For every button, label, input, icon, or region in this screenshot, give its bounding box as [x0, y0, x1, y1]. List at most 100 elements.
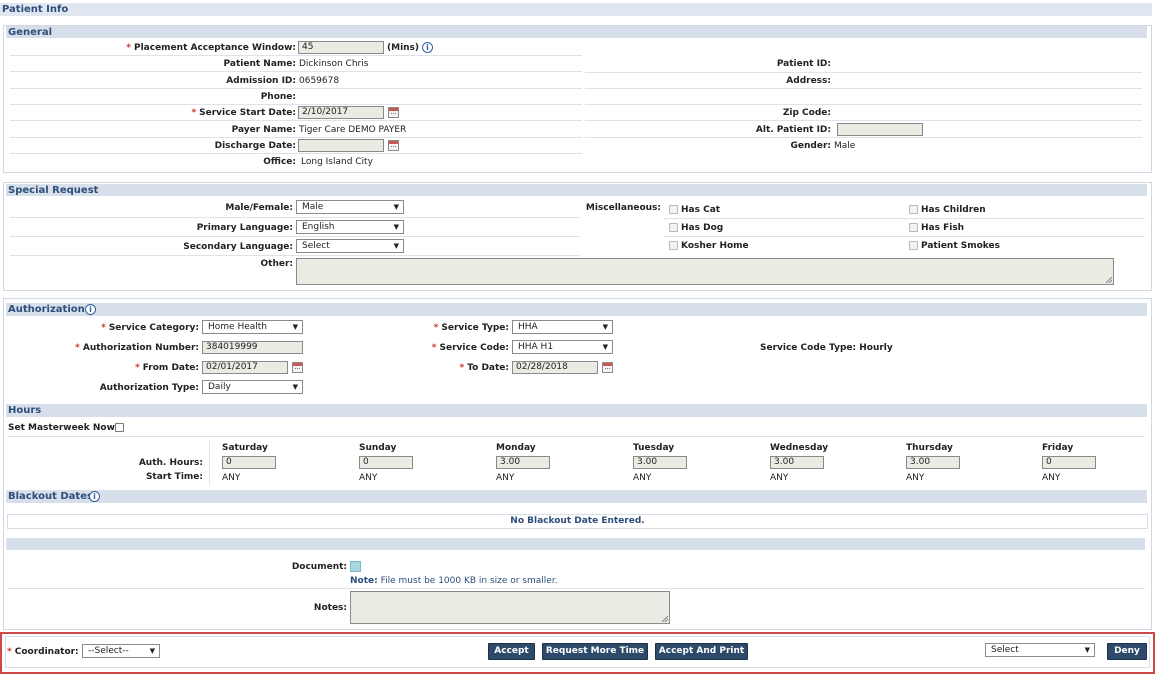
deny-reason-select[interactable]: Select ▼ — [985, 643, 1095, 657]
notes-textarea[interactable] — [350, 591, 670, 624]
auth-number-input[interactable]: 384019999 — [202, 341, 303, 354]
placement-window-label: * Placement Acceptance Window: — [126, 43, 296, 53]
has-dog-checkbox[interactable] — [669, 223, 678, 232]
from-date-input[interactable]: 02/01/2017 — [202, 361, 288, 374]
info-icon[interactable]: i — [422, 42, 433, 53]
secondary-language-label: Secondary Language: — [183, 242, 293, 252]
row-divider — [10, 120, 582, 121]
to-date-label: * To Date: — [459, 363, 509, 373]
required-marker: * — [7, 647, 12, 657]
hours-input-sunday[interactable]: 0 — [359, 456, 413, 469]
calendar-icon[interactable] — [388, 140, 399, 151]
primary-language-select[interactable]: English ▼ — [296, 220, 404, 234]
start-time-label: Start Time: — [145, 472, 203, 482]
primary-language-label: Primary Language: — [196, 223, 293, 233]
service-start-input[interactable]: 2/10/2017 — [298, 106, 384, 119]
hours-input-tuesday[interactable]: 3.00 — [633, 456, 687, 469]
alt-patient-id-label: Alt. Patient ID: — [755, 125, 831, 135]
hours-input-wednesday[interactable]: 3.00 — [770, 456, 824, 469]
hours-input-saturday[interactable]: 0 — [222, 456, 276, 469]
hours-input-friday[interactable]: 0 — [1042, 456, 1096, 469]
row-divider — [664, 218, 1145, 219]
row-divider — [10, 55, 582, 56]
kosher-home-checkbox[interactable] — [669, 241, 678, 250]
row-divider — [585, 137, 1142, 138]
start-time-sunday: ANY — [359, 473, 378, 483]
document-note: Note: File must be 1000 KB in size or sm… — [350, 576, 558, 586]
day-header-saturday: Saturday — [222, 443, 268, 453]
resize-grip-icon[interactable] — [662, 616, 668, 622]
row-divider — [10, 88, 582, 89]
row-divider — [8, 588, 1145, 589]
notes-label: Notes: — [313, 603, 347, 613]
row-divider — [8, 436, 1145, 437]
alt-patient-id-input[interactable] — [837, 123, 923, 136]
service-code-select[interactable]: HHA H1 ▼ — [512, 340, 613, 354]
discharge-date-label: Discharge Date: — [214, 141, 296, 151]
placement-window-input[interactable]: 45 — [298, 41, 384, 54]
chevron-down-icon: ▼ — [602, 343, 608, 351]
info-icon[interactable]: i — [85, 304, 96, 315]
calendar-icon[interactable] — [292, 362, 303, 373]
service-category-label: * Service Category: — [101, 323, 199, 333]
other-label: Other: — [260, 259, 293, 269]
discharge-date-input[interactable] — [298, 139, 384, 152]
row-divider — [10, 255, 580, 256]
to-date-input[interactable]: 02/28/2018 — [512, 361, 598, 374]
accept-and-print-button[interactable]: Accept And Print — [655, 643, 748, 660]
special-request-title: Special Request — [8, 185, 99, 196]
chevron-down-icon: ▼ — [292, 383, 298, 391]
patient-smokes-checkbox[interactable] — [909, 241, 918, 250]
chevron-down-icon: ▼ — [149, 647, 155, 655]
chevron-down-icon: ▼ — [393, 203, 399, 211]
secondary-language-select[interactable]: Select ▼ — [296, 239, 404, 253]
day-header-monday: Monday — [496, 443, 536, 453]
accept-button[interactable]: Accept — [488, 643, 535, 660]
patient-name-value: Dickinson Chris — [299, 59, 369, 69]
auth-type-select[interactable]: Daily ▼ — [202, 380, 303, 394]
required-marker: * — [191, 108, 197, 118]
required-marker: * — [101, 323, 106, 333]
request-more-time-button[interactable]: Request More Time — [542, 643, 648, 660]
day-header-wednesday: Wednesday — [770, 443, 829, 453]
day-header-friday: Friday — [1042, 443, 1074, 453]
calendar-icon[interactable] — [388, 107, 399, 118]
attach-document-icon[interactable] — [350, 561, 361, 572]
page-title: Patient Info — [0, 3, 1152, 16]
coordinator-select[interactable]: --Select-- ▼ — [82, 644, 160, 658]
hours-title: Hours — [8, 405, 42, 416]
row-divider — [585, 104, 1142, 105]
has-children-label: Has Children — [921, 205, 986, 215]
service-code-label: * Service Code: — [431, 343, 509, 353]
has-dog-label: Has Dog — [681, 223, 724, 233]
service-category-select[interactable]: Home Health ▼ — [202, 320, 303, 334]
office-label: Office: — [263, 157, 296, 167]
row-divider — [585, 88, 1142, 89]
hours-input-thursday[interactable]: 3.00 — [906, 456, 960, 469]
masterweek-checkbox[interactable] — [115, 423, 124, 432]
zip-code-label: Zip Code: — [782, 108, 831, 118]
special-request-header: Special Request — [6, 184, 1147, 196]
has-fish-checkbox[interactable] — [909, 223, 918, 232]
has-children-checkbox[interactable] — [909, 205, 918, 214]
gender-pref-select[interactable]: Male ▼ — [296, 200, 404, 214]
hours-input-monday[interactable]: 3.00 — [496, 456, 550, 469]
service-start-label: * Service Start Date: — [191, 108, 296, 118]
other-textarea[interactable] — [296, 258, 1114, 285]
service-type-select[interactable]: HHA ▼ — [512, 320, 613, 334]
admission-id-label: Admission ID: — [226, 76, 296, 86]
resize-grip-icon[interactable] — [1106, 277, 1112, 283]
required-marker: * — [75, 343, 80, 353]
has-fish-label: Has Fish — [921, 223, 965, 233]
has-cat-label: Has Cat — [681, 205, 721, 215]
chevron-down-icon: ▼ — [292, 323, 298, 331]
calendar-icon[interactable] — [602, 362, 613, 373]
gender-pref-label: Male/Female: — [225, 203, 293, 213]
deny-button[interactable]: Deny — [1107, 643, 1147, 660]
required-marker: * — [126, 43, 131, 53]
page-title-text: Patient Info — [2, 4, 69, 15]
auth-type-label: Authorization Type: — [99, 383, 199, 393]
info-icon[interactable]: i — [89, 491, 100, 502]
has-cat-checkbox[interactable] — [669, 205, 678, 214]
coordinator-label: * Coordinator: — [7, 647, 79, 657]
